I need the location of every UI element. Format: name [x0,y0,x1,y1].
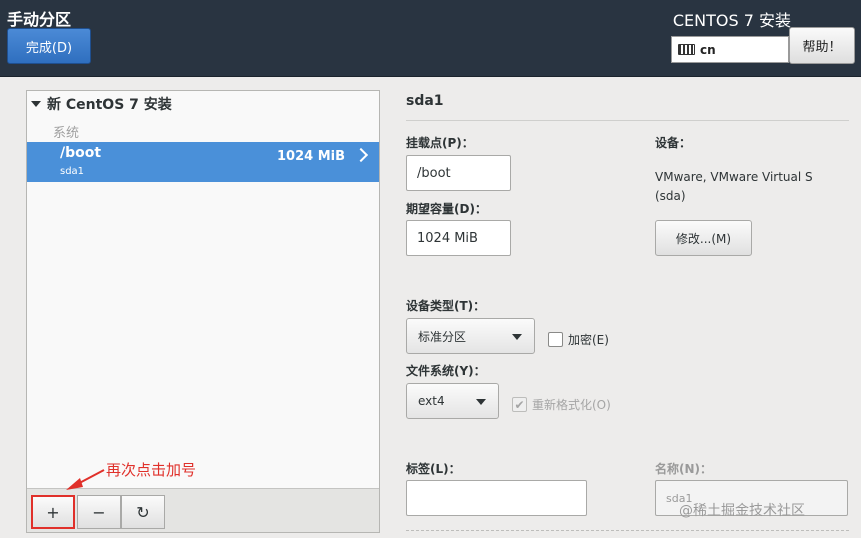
done-button[interactable]: 完成(D) [7,28,91,64]
partition-list-panel: 新 CentOS 7 安装 系统 /boot sda1 1024 MiB + −… [26,90,380,533]
expander-icon [31,101,41,107]
device-label: 设备： [655,136,692,150]
partition-device: sda1 [60,166,85,177]
device-type-label: 设备类型(T)： [406,299,486,313]
reformat-label: 重新格式化(O) [532,398,611,412]
encrypt-checkbox[interactable]: 加密(E) [548,331,609,348]
reformat-checkbox[interactable]: ✔ 重新格式化(O) [512,396,611,413]
reset-icon[interactable]: ↻ [121,495,165,529]
page-title: 手动分区 [7,10,72,29]
device-description: VMware, VMware Virtual S (sda) [655,170,813,203]
divider [406,120,849,121]
chevron-down-icon [512,334,522,340]
partition-size: 1024 MiB [276,149,345,164]
encrypt-label: 加密(E) [568,333,609,347]
product-title: CENTOS 7 安装 [672,11,791,30]
tag-label: 标签(L)： [406,462,461,476]
detail-title: sda1 [406,93,444,109]
capacity-field[interactable]: 1024 MiB [406,220,511,256]
name-label: 名称(N)： [655,462,713,476]
dashed-divider [406,530,849,531]
partition-row-boot[interactable]: /boot sda1 1024 MiB [27,142,379,182]
filesystem-value: ext4 [418,394,445,408]
partition-toolbar: + − ↻ [27,488,379,532]
filesystem-select[interactable]: ext4 [406,383,499,419]
device-type-select[interactable]: 标准分区 [406,318,535,354]
chevron-right-icon [353,147,369,163]
filesystem-label: 文件系统(Y)： [406,364,486,378]
mount-point-field[interactable]: /boot [406,155,511,191]
add-partition-button[interactable]: + [31,495,75,529]
modify-button[interactable]: 修改...(M) [655,220,752,256]
mount-point-label: 挂载点(P)： [406,136,474,150]
annotation-text: 再次点击加号 [106,461,197,479]
install-group-header[interactable]: 新 CentOS 7 安装 [31,94,172,114]
section-label: 系统 [53,126,80,141]
checkbox-box [548,332,563,347]
partition-mount-point: /boot [60,145,102,161]
chevron-down-icon [476,399,486,405]
remove-partition-button[interactable]: − [77,495,121,529]
device-type-value: 标准分区 [418,329,467,344]
keyboard-icon [678,44,695,55]
capacity-label: 期望容量(D)： [406,202,487,216]
header-bar: 手动分区 完成(D) CENTOS 7 安装 cn 帮助！ [0,0,861,77]
help-button[interactable]: 帮助！ [789,27,855,64]
watermark: @稀土掘金技术社区 [679,503,805,519]
keyboard-layout-label: cn [700,42,716,57]
check-icon: ✔ [512,397,527,412]
install-group-title: 新 CentOS 7 安装 [47,97,172,113]
keyboard-layout-indicator[interactable]: cn [671,36,789,63]
tag-field[interactable] [406,480,587,516]
